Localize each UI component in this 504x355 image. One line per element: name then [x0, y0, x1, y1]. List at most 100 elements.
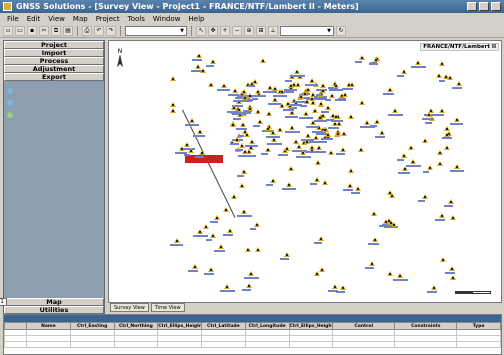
survey-point-marker[interactable]	[264, 147, 271, 153]
survey-point-marker[interactable]	[426, 164, 433, 170]
survey-point-marker[interactable]	[196, 129, 203, 135]
survey-point-marker[interactable]	[401, 166, 408, 172]
survey-point-marker[interactable]	[173, 238, 180, 244]
survey-point-marker[interactable]	[314, 159, 321, 165]
survey-point-marker[interactable]	[439, 212, 446, 218]
survey-point-marker[interactable]	[319, 88, 326, 94]
survey-point-marker[interactable]	[426, 112, 433, 118]
survey-point-marker[interactable]	[191, 263, 198, 269]
survey-point-marker[interactable]	[421, 138, 428, 144]
survey-point-marker[interactable]	[232, 88, 239, 94]
survey-point-marker[interactable]	[319, 82, 326, 88]
survey-point-marker[interactable]	[218, 244, 225, 250]
survey-point-marker[interactable]	[443, 144, 450, 150]
survey-point-marker[interactable]	[391, 108, 398, 114]
survey-point-marker[interactable]	[254, 108, 261, 114]
sidebar-section-import[interactable]: Import	[4, 49, 104, 57]
survey-point-marker[interactable]	[286, 182, 293, 188]
menu-file[interactable]: File	[3, 15, 23, 23]
survey-point-marker[interactable]	[318, 236, 325, 242]
column-header[interactable]: Ctrl_Easting	[69, 322, 115, 330]
survey-point-marker[interactable]	[454, 116, 461, 122]
title-bar[interactable]: GNSS Solutions - [Survey View - Project1…	[0, 0, 504, 13]
survey-point-marker[interactable]	[437, 149, 444, 155]
survey-point-marker[interactable]	[358, 99, 365, 105]
new-file-icon[interactable]: ▫	[3, 25, 13, 36]
survey-point-marker[interactable]	[298, 94, 305, 100]
survey-point-marker[interactable]	[401, 69, 408, 75]
survey-point-marker[interactable]	[347, 182, 354, 188]
survey-point-marker[interactable]	[230, 121, 237, 127]
survey-point-marker[interactable]	[199, 68, 206, 74]
survey-point-marker[interactable]	[199, 150, 206, 156]
survey-point-marker[interactable]	[246, 282, 253, 288]
survey-point-marker[interactable]	[294, 82, 301, 88]
survey-point-marker[interactable]	[241, 208, 248, 214]
close-button[interactable]	[491, 2, 501, 11]
tab-time-view[interactable]: Time View	[150, 303, 185, 312]
survey-point-marker[interactable]	[279, 89, 286, 95]
survey-point-marker[interactable]	[328, 92, 335, 98]
survey-point-marker[interactable]	[371, 211, 378, 217]
survey-point-marker[interactable]	[209, 233, 216, 239]
survey-point-marker[interactable]	[231, 104, 238, 110]
survey-point-marker[interactable]	[302, 111, 309, 117]
survey-point-marker[interactable]	[439, 61, 446, 67]
survey-point-marker[interactable]	[369, 261, 376, 267]
survey-point-marker[interactable]	[437, 160, 444, 166]
survey-point-marker[interactable]	[223, 284, 230, 290]
survey-point-marker[interactable]	[371, 236, 378, 242]
survey-point-marker[interactable]	[240, 168, 247, 174]
zoom-out-icon[interactable]: −	[232, 25, 242, 36]
menu-help[interactable]: Help	[185, 15, 209, 23]
survey-point-marker[interactable]	[223, 207, 230, 213]
survey-point-marker[interactable]	[331, 283, 338, 289]
survey-point-marker[interactable]	[449, 275, 456, 281]
survey-point-marker[interactable]	[324, 104, 331, 110]
column-header[interactable]: Ctrl_Ellips_Height	[157, 322, 202, 330]
table-row[interactable]	[4, 341, 501, 348]
survey-point-marker[interactable]	[431, 284, 438, 290]
column-header[interactable]: Ctrl_Latitude	[201, 322, 246, 330]
measure-icon[interactable]: ⟂	[268, 25, 278, 36]
survey-point-marker[interactable]	[188, 148, 195, 154]
survey-point-marker[interactable]	[287, 165, 294, 171]
survey-point-marker[interactable]	[220, 82, 227, 88]
survey-point-marker[interactable]	[227, 227, 234, 233]
survey-point-marker[interactable]	[284, 145, 291, 151]
column-header[interactable]: Ctrl_Ellips_Height	[288, 322, 334, 330]
survey-point-marker[interactable]	[288, 83, 295, 89]
survey-point-marker[interactable]	[305, 133, 312, 139]
survey-point-marker[interactable]	[358, 54, 365, 60]
survey-point-marker[interactable]	[254, 247, 261, 253]
survey-point-marker[interactable]	[260, 58, 267, 64]
survey-point-marker[interactable]	[409, 158, 416, 164]
survey-point-marker[interactable]	[363, 120, 370, 126]
menu-window[interactable]: Window	[149, 15, 185, 23]
survey-point-marker[interactable]	[407, 144, 414, 150]
survey-point-marker[interactable]	[374, 119, 381, 125]
survey-point-marker[interactable]	[246, 149, 253, 155]
sidebar-task-item[interactable]	[7, 109, 101, 121]
survey-point-marker[interactable]	[285, 101, 292, 107]
survey-point-marker[interactable]	[207, 267, 214, 273]
survey-point-marker[interactable]	[293, 69, 300, 75]
survey-point-marker[interactable]	[310, 120, 317, 126]
survey-point-marker[interactable]	[169, 107, 176, 113]
survey-point-marker[interactable]	[341, 91, 348, 97]
survey-point-marker[interactable]	[266, 111, 273, 117]
maximize-button[interactable]	[479, 2, 489, 11]
survey-point-marker[interactable]	[179, 146, 186, 152]
survey-point-marker[interactable]	[346, 81, 353, 87]
survey-point-marker[interactable]	[197, 228, 204, 234]
survey-map[interactable]: FRANCE/NTF/Lambert II N	[108, 40, 502, 303]
survey-point-marker[interactable]	[264, 125, 271, 131]
survey-point-marker[interactable]	[340, 131, 347, 137]
survey-point-marker[interactable]	[449, 265, 456, 271]
zoom-fit-icon[interactable]: ⊕	[244, 25, 254, 36]
survey-point-marker[interactable]	[440, 257, 447, 263]
layer-select[interactable]: ▼	[125, 25, 187, 36]
print-icon[interactable]: ⎙	[82, 25, 92, 36]
column-header[interactable]: Type	[456, 322, 501, 330]
survey-point-marker[interactable]	[373, 56, 380, 62]
